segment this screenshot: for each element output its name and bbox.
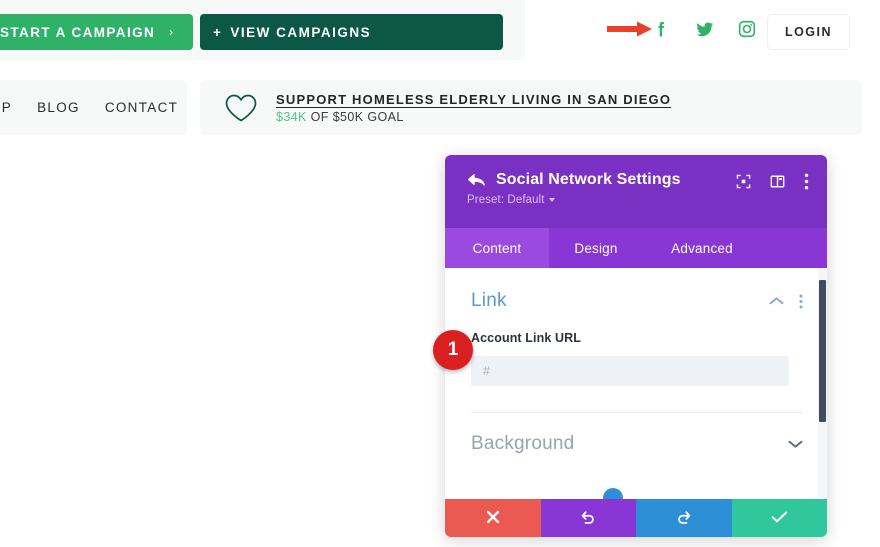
modal-scrollbar-thumb[interactable] xyxy=(819,280,826,422)
modal-header: Social Network Settings Preset: Default xyxy=(445,155,827,228)
heart-icon xyxy=(224,93,258,123)
link-section-header: Link xyxy=(471,290,803,312)
view-campaigns-button[interactable]: + VIEW CAMPAIGNS xyxy=(200,14,503,50)
undo-button[interactable] xyxy=(540,499,636,537)
tab-advanced[interactable]: Advanced xyxy=(643,228,761,268)
more-vertical-icon[interactable] xyxy=(804,173,809,190)
link-section: Link Account Link URL # xyxy=(445,268,827,413)
nav-item-shop[interactable]: OP xyxy=(0,100,12,115)
tab-design[interactable]: Design xyxy=(549,228,643,268)
chevron-right-icon: › xyxy=(169,25,175,39)
start-campaign-button[interactable]: START A CAMPAIGN › xyxy=(0,14,193,50)
start-campaign-label: START A CAMPAIGN xyxy=(0,24,156,40)
link-section-title: Link xyxy=(471,290,507,311)
close-icon xyxy=(486,510,500,527)
support-text-block: SUPPORT HOMELESS ELDERLY LIVING IN SAN D… xyxy=(276,92,671,124)
support-raised-amount: $34K xyxy=(276,109,307,124)
plus-icon: + xyxy=(213,24,223,40)
layout-panel-icon[interactable] xyxy=(770,174,785,189)
account-link-url-label: Account Link URL xyxy=(471,331,581,345)
modal-body: Link Account Link URL # Background xyxy=(445,268,827,499)
background-section-title: Background xyxy=(471,432,575,454)
link-section-more-icon[interactable] xyxy=(799,294,803,309)
expand-icon[interactable] xyxy=(736,174,751,189)
partial-toggle-handle[interactable] xyxy=(603,488,623,499)
annotation-step-badge: 1 xyxy=(433,330,473,370)
chevron-down-icon xyxy=(548,198,555,202)
chevron-up-icon[interactable] xyxy=(769,296,784,306)
social-icon-group xyxy=(650,18,758,40)
back-arrow-icon[interactable] xyxy=(467,172,485,188)
login-button[interactable]: LOGIN xyxy=(767,14,850,50)
redo-button[interactable] xyxy=(636,499,732,537)
nav-item-contact[interactable]: CONTACT xyxy=(105,100,178,115)
cancel-button[interactable] xyxy=(445,499,541,537)
modal-header-icon-group xyxy=(736,173,809,190)
preset-selector[interactable]: Preset: Default xyxy=(467,194,555,206)
background-section[interactable]: Background xyxy=(445,413,827,474)
page-root: START A CAMPAIGN › + VIEW CAMPAIGNS LOGI… xyxy=(0,0,880,547)
twitter-icon[interactable] xyxy=(693,18,715,40)
support-campaign-title[interactable]: SUPPORT HOMELESS ELDERLY LIVING IN SAN D… xyxy=(276,92,671,107)
modal-footer xyxy=(445,499,827,537)
annotation-arrow-icon xyxy=(607,21,652,37)
nav-item-blog[interactable]: BLOG xyxy=(37,100,80,115)
instagram-icon[interactable] xyxy=(736,18,758,40)
modal-tab-bar: Content Design Advanced xyxy=(445,228,827,268)
modal-scrollbar-track[interactable] xyxy=(818,268,827,499)
main-navigation: OP BLOG CONTACT xyxy=(0,80,178,135)
facebook-icon[interactable] xyxy=(650,18,672,40)
undo-icon xyxy=(580,509,596,528)
save-button[interactable] xyxy=(731,499,827,537)
modal-title: Social Network Settings xyxy=(496,171,681,188)
view-campaigns-label: VIEW CAMPAIGNS xyxy=(230,24,372,40)
chevron-down-icon[interactable] xyxy=(788,439,803,449)
check-icon xyxy=(771,510,788,527)
site-nav-row: OP BLOG CONTACT SUPPORT HOMELESS ELDERLY… xyxy=(0,80,880,135)
support-campaign-progress: $34K OF $50K GOAL xyxy=(276,110,671,124)
link-section-controls xyxy=(769,294,803,309)
preset-label: Preset: Default xyxy=(467,194,545,206)
tab-content[interactable]: Content xyxy=(445,228,549,268)
site-top-bar: START A CAMPAIGN › + VIEW CAMPAIGNS LOGI… xyxy=(0,0,880,68)
login-label: LOGIN xyxy=(784,25,833,39)
redo-icon xyxy=(676,509,692,528)
support-campaign-banner: SUPPORT HOMELESS ELDERLY LIVING IN SAN D… xyxy=(200,80,862,135)
support-goal-text: OF $50K GOAL xyxy=(306,109,404,124)
account-link-url-input[interactable] xyxy=(471,356,789,386)
social-network-settings-modal: Social Network Settings Preset: Default … xyxy=(445,155,827,537)
